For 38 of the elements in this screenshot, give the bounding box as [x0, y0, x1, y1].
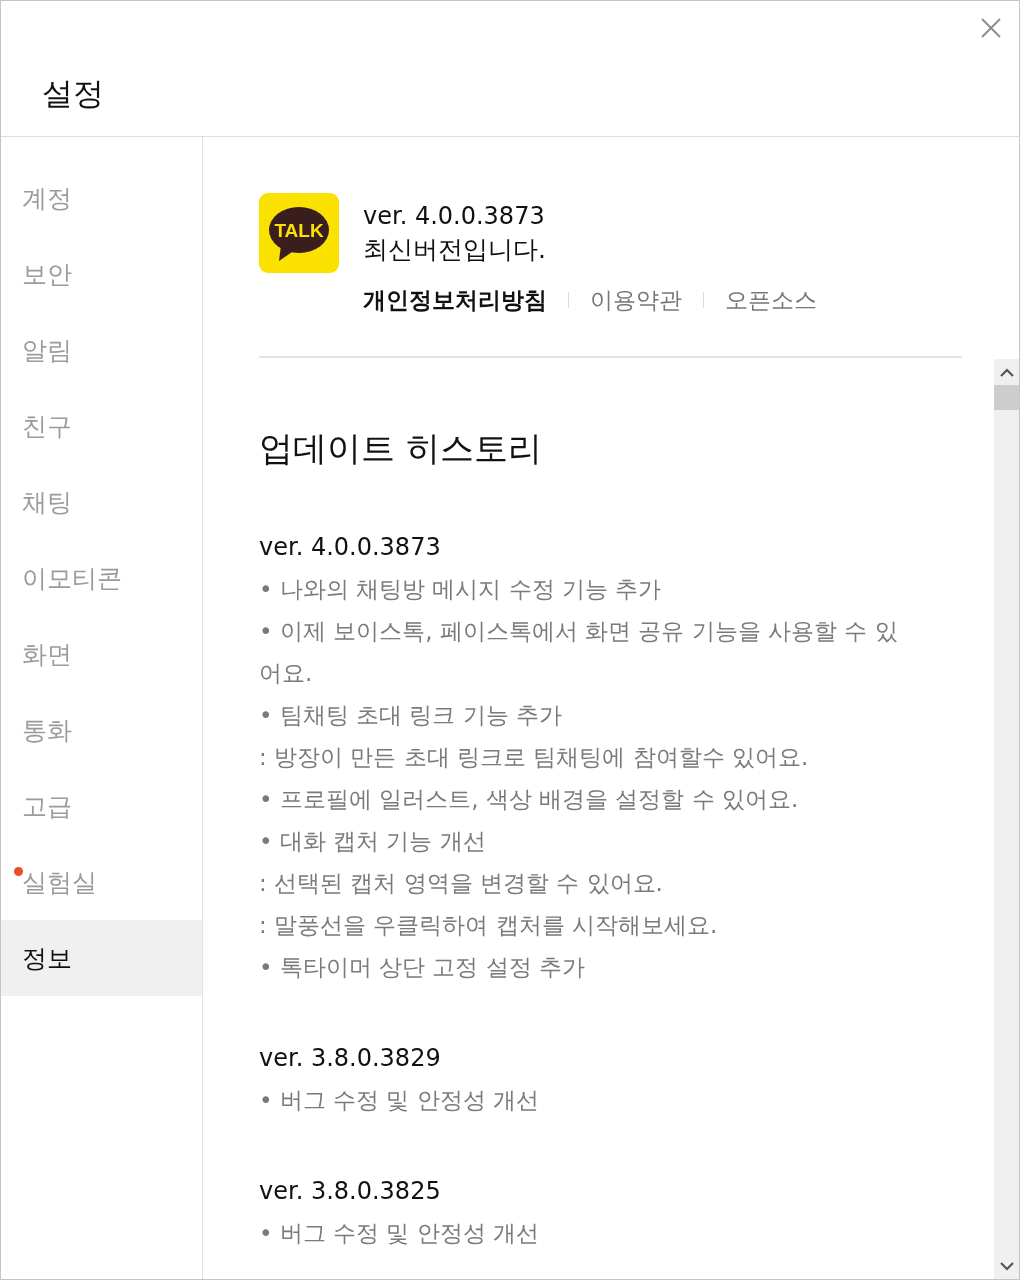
chevron-up-icon[interactable]	[999, 368, 1014, 377]
scrollbar-thumb[interactable]	[994, 385, 1019, 410]
sidebar-item[interactable]: 이모티콘	[1, 540, 202, 616]
release-note: • 이제 보이스톡, 페이스톡에서 화면 공유 기능을 사용할 수 있어요.	[259, 617, 899, 688]
sidebar-item[interactable]: 정보	[1, 920, 202, 996]
release-note: : 방장이 만든 초대 링크로 팀채팅에 참여할수 있어요.	[259, 743, 810, 772]
footer-link[interactable]: 이용약관	[590, 283, 682, 317]
release-version: ver. 3.8.0.3829	[259, 1043, 442, 1074]
release-version: ver. 3.8.0.3825	[259, 1176, 442, 1207]
release-version: ver. 4.0.0.3873	[259, 532, 442, 563]
sidebar-item[interactable]: 고급	[1, 768, 202, 844]
chevron-down-icon[interactable]	[999, 1262, 1014, 1271]
app-logo: TALK	[259, 193, 339, 273]
version-text: ver. 4.0.0.3873	[363, 201, 546, 232]
release-note: • 톡타이머 상단 고정 설정 추가	[259, 953, 587, 982]
window-title: 설정	[42, 74, 104, 113]
release-note: • 버그 수정 및 안정성 개선	[259, 1086, 541, 1115]
release-note: • 나와의 채팅방 메시지 수정 기능 추가	[259, 575, 663, 604]
sidebar-item[interactable]: 계정	[1, 160, 202, 236]
footer-link[interactable]: 개인정보처리방침	[363, 283, 547, 317]
footer-link[interactable]: 오픈소스	[725, 283, 817, 317]
release-note: • 팀채팅 초대 링크 기능 추가	[259, 701, 564, 730]
sidebar-item[interactable]: 보안	[1, 236, 202, 312]
release-note: : 말풍선을 우클릭하여 캡처를 시작해보세요.	[259, 911, 719, 940]
close-icon	[981, 18, 1001, 38]
scrollbar-track[interactable]	[994, 359, 1019, 1279]
release-note: • 대화 캡처 기능 개선	[259, 827, 487, 856]
sidebar-item[interactable]: 친구	[1, 388, 202, 464]
sidebar-item[interactable]: 통화	[1, 692, 202, 768]
release-note: • 버그 수정 및 안정성 개선	[259, 1219, 541, 1248]
release-note: • 프로필에 일러스트, 색상 배경을 설정할 수 있어요.	[259, 785, 800, 814]
sidebar-item[interactable]: 알림	[1, 312, 202, 388]
status-text: 최신버전입니다.	[363, 234, 547, 266]
release-note: : 선택된 캡처 영역을 변경할 수 있어요.	[259, 869, 664, 898]
section-title: 업데이트 히스토리	[259, 427, 543, 470]
sidebar-item[interactable]: 화면	[1, 616, 202, 692]
sidebar-item[interactable]: 채팅	[1, 464, 202, 540]
sidebar-item[interactable]: 실험실	[1, 844, 202, 920]
